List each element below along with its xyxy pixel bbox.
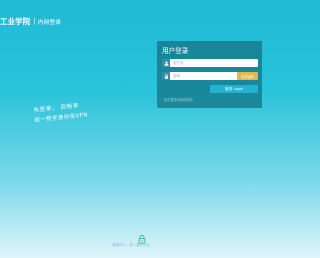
title-separator: | xyxy=(33,17,36,25)
site-header: 工业学院 | 内网登录 xyxy=(0,14,61,28)
user-icon xyxy=(162,59,170,67)
username-field xyxy=(162,59,258,67)
password-field: 忘记密码 xyxy=(162,72,258,80)
forgot-password-button[interactable]: 忘记密码 xyxy=(237,72,258,80)
login-title: 用户登录 xyxy=(162,47,189,55)
password-input[interactable] xyxy=(170,72,237,80)
padlock-icon xyxy=(162,72,170,80)
site-subtitle: 内网登录 xyxy=(37,19,61,26)
lock-icon xyxy=(137,229,147,244)
login-note: · 首次登录请修改密码 xyxy=(162,98,193,102)
login-button[interactable]: 登录 Login xyxy=(210,85,258,93)
login-panel: 用户登录 忘记密码 登录 Login · 首次登录请修改密码 xyxy=(157,41,262,108)
slogan: 先登录， 后畅享 统一数字身份免VPN xyxy=(33,100,88,125)
footer-text: 数据中心 · 统一身份认证 xyxy=(112,243,150,247)
username-input[interactable] xyxy=(170,59,258,67)
site-title: 工业学院 xyxy=(0,16,31,26)
